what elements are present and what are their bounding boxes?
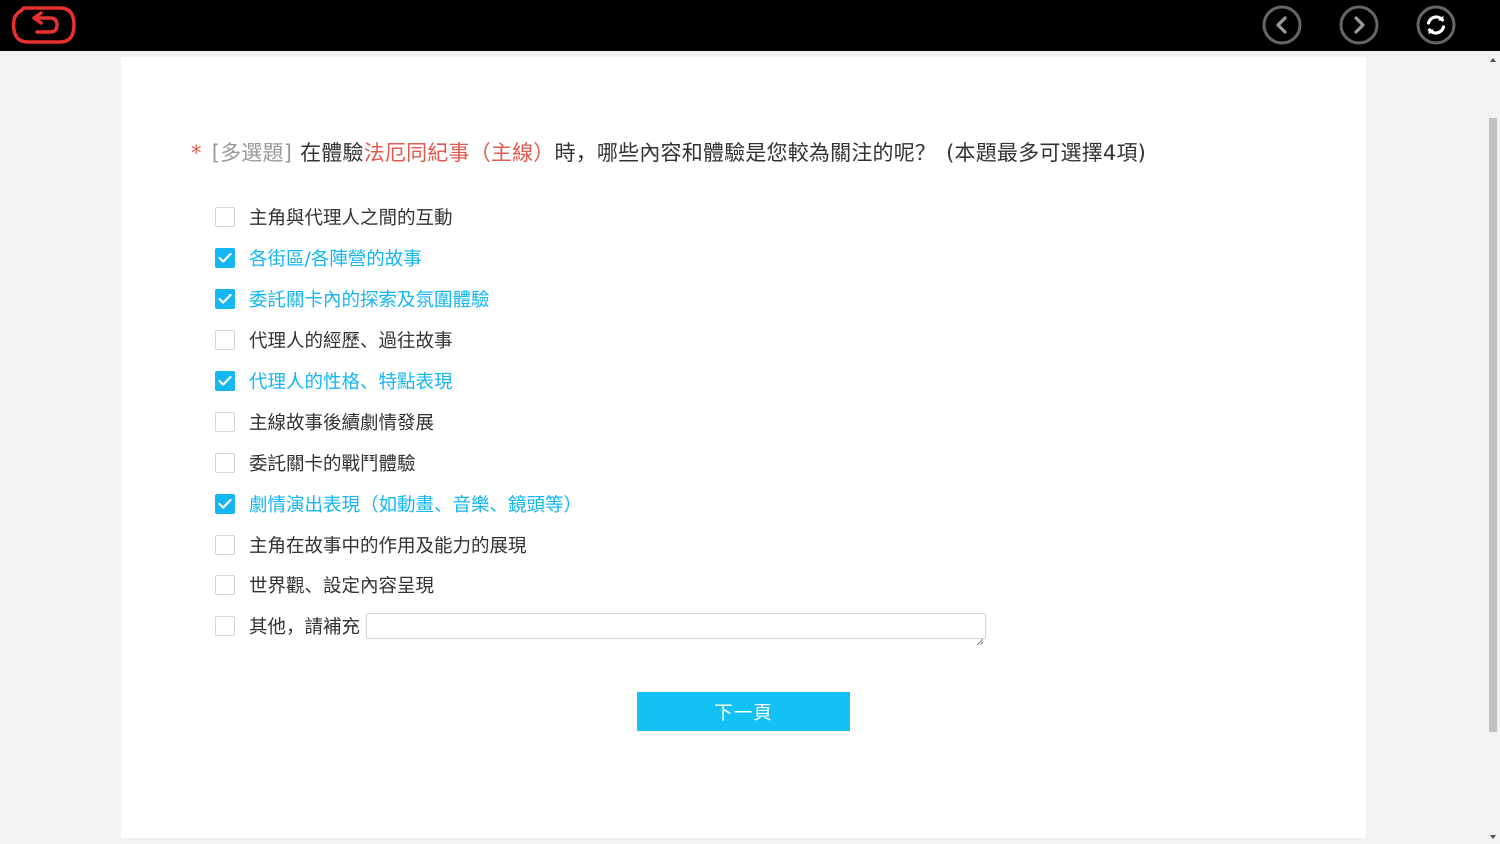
option-item[interactable]: 代理人的性格、特點表現 xyxy=(215,361,1115,402)
checkmark-icon xyxy=(218,375,232,386)
option-item[interactable]: 主角在故事中的作用及能力的展現 xyxy=(215,524,1115,565)
option-item[interactable]: 委託關卡內的探索及氛圍體驗 xyxy=(215,279,1115,320)
question-type-label: [多選題] xyxy=(211,141,293,165)
question-text-before: 在體驗 xyxy=(300,141,364,165)
checkmark-icon xyxy=(218,294,232,304)
survey-card: * [多選題] 在體驗法厄同紀事（主線）時，哪些內容和體驗是您較為關注的呢？ (本題最… xyxy=(121,57,1366,838)
forward-button[interactable] xyxy=(1339,5,1379,45)
refresh-icon xyxy=(1416,5,1456,45)
option-item[interactable]: 主角與代理人之間的互動 xyxy=(215,197,1115,238)
option-item[interactable]: 世界觀、設定內容呈現 xyxy=(215,565,1115,606)
option-label: 委託關卡的戰鬥體驗 xyxy=(249,453,416,475)
options-list: 主角與代理人之間的互動 各街區/各陣營的故事委託關卡內的探索及氛圍體驗 代理人的經歷… xyxy=(215,197,1115,647)
option-checkbox-other[interactable] xyxy=(215,616,235,637)
option-label: 代理人的經歷、過往故事 xyxy=(249,331,453,353)
option-label: 主角在故事中的作用及能力的展現 xyxy=(249,535,527,557)
option-item[interactable]: 代理人的經歷、過往故事 xyxy=(215,320,1115,361)
refresh-button[interactable] xyxy=(1416,5,1456,45)
option-item[interactable]: 各街區/各陣營的故事 xyxy=(215,238,1115,279)
option-checkbox[interactable] xyxy=(215,534,235,555)
question-text-after: 時，哪些內容和體驗是您較為關注的呢？ xyxy=(554,141,937,165)
back-button[interactable] xyxy=(10,4,78,46)
option-checkbox[interactable] xyxy=(215,248,235,269)
option-checkbox[interactable] xyxy=(215,371,235,391)
option-checkbox[interactable] xyxy=(215,330,235,351)
option-label: 委託關卡內的探索及氛圍體驗 xyxy=(249,290,490,312)
option-item-other[interactable]: 其他，請補充 xyxy=(215,606,1115,647)
option-checkbox[interactable] xyxy=(215,207,235,228)
option-label: 各街區/各陣營的故事 xyxy=(249,249,422,271)
option-label: 代理人的性格、特點表現 xyxy=(249,372,453,393)
question-note: (本題最多可選擇4項) xyxy=(946,141,1147,165)
resize-handle-icon[interactable] xyxy=(976,630,984,646)
other-text-field[interactable] xyxy=(366,613,987,646)
option-item[interactable]: 主線故事後續劇情發展 xyxy=(215,401,1115,442)
checkmark-icon xyxy=(218,253,232,264)
option-checkbox[interactable] xyxy=(215,411,235,432)
previous-button[interactable] xyxy=(1262,5,1302,45)
scroll-down-arrow-icon[interactable] xyxy=(1486,830,1500,844)
option-checkbox[interactable] xyxy=(215,289,235,310)
chevron-left-icon xyxy=(1262,5,1302,45)
option-checkbox[interactable] xyxy=(215,575,235,596)
chevron-right-icon xyxy=(1339,5,1379,45)
option-item[interactable]: 劇情演出表現（如動畫、音樂、鏡頭等） xyxy=(215,483,1115,524)
top-toolbar xyxy=(0,0,1500,51)
option-label: 主線故事後續劇情發展 xyxy=(249,412,435,434)
back-arrow-icon xyxy=(11,6,76,44)
option-item[interactable]: 委託關卡的戰鬥體驗 xyxy=(215,442,1115,483)
option-checkbox[interactable] xyxy=(215,452,235,473)
next-page-button[interactable]: 下一頁 xyxy=(637,692,850,731)
option-label: 主角與代理人之間的互動 xyxy=(249,208,453,230)
scroll-up-arrow-icon[interactable] xyxy=(1486,53,1500,67)
page-scrollbar[interactable] xyxy=(1486,51,1500,844)
required-mark: * xyxy=(191,141,202,165)
option-label-other: 其他，請補充 xyxy=(249,617,361,639)
question-highlight: 法厄同紀事（主線） xyxy=(363,141,555,165)
scrollbar-thumb[interactable] xyxy=(1489,118,1497,732)
option-label: 劇情演出表現（如動畫、音樂、鏡頭等） xyxy=(249,494,583,516)
checkmark-icon xyxy=(218,498,232,509)
question-title: * [多選題] 在體驗法厄同紀事（主線）時，哪些內容和體驗是您較為關注的呢？ (本題最… xyxy=(191,137,1146,167)
option-label: 世界觀、設定內容呈現 xyxy=(249,576,435,598)
option-checkbox[interactable] xyxy=(215,493,235,514)
